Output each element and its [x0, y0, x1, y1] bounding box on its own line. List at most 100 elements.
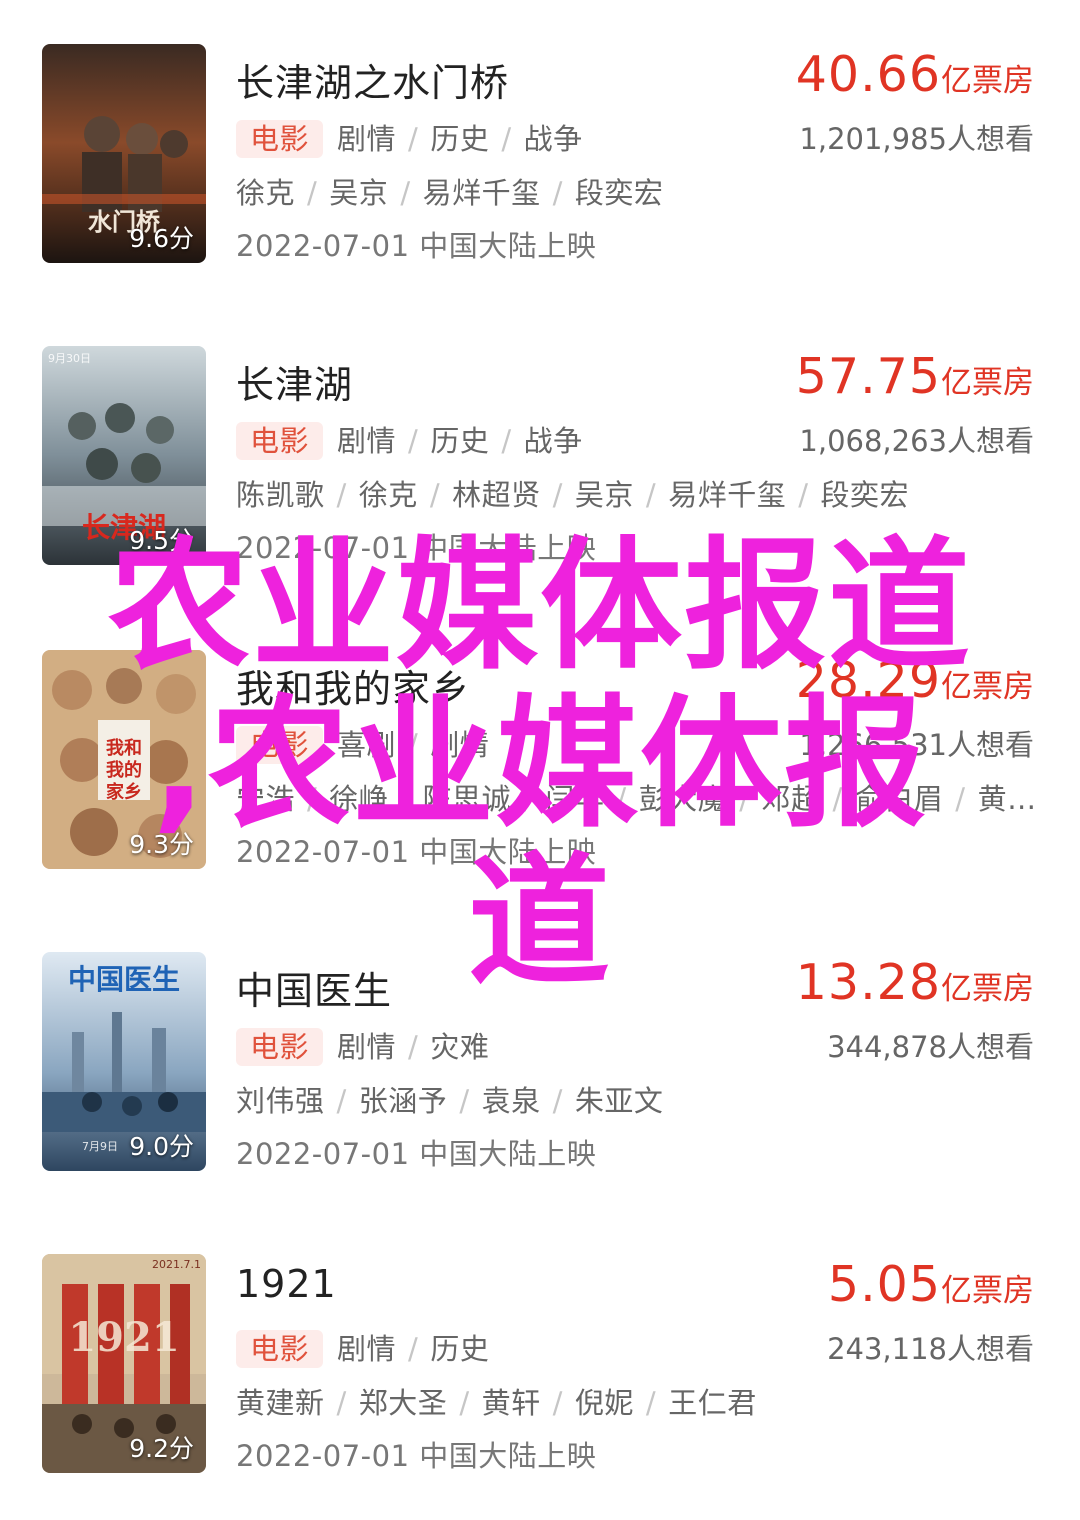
- poster-caption: 2021.7.1: [152, 1258, 201, 1271]
- separator: /: [832, 782, 843, 816]
- separator: /: [408, 1332, 419, 1366]
- movie-title[interactable]: 长津湖之水门桥: [236, 52, 509, 107]
- movie-poster[interactable]: 9月30日 长津湖 9.5分: [42, 346, 206, 565]
- poster-title-art: 1921: [68, 1314, 180, 1361]
- genre-tag: 灾难: [430, 1030, 490, 1064]
- cast-name: 邓超: [761, 782, 821, 816]
- want-to-see-count: 344,878人想看: [827, 1030, 1034, 1064]
- box-office: 13.28亿票房: [796, 954, 1034, 1011]
- cast-name: 郑大圣: [358, 1386, 448, 1420]
- movie-card[interactable]: 9月30日 长津湖 9.5分 长津湖 电影 剧情 / 历史 / 战争 陈凯歌 / 徐克 / 林超贤…: [0, 302, 1080, 602]
- box-office: 57.75亿票房: [796, 348, 1034, 405]
- separator: /: [645, 478, 657, 512]
- release-date: 2022-07-01 中国大陆上映: [236, 229, 597, 263]
- box-office-unit: 亿票房: [941, 971, 1034, 1007]
- release-date: 2022-07-01 中国大陆上映: [236, 1439, 597, 1473]
- rating-score: 9.0分: [129, 1132, 194, 1161]
- separator: /: [645, 1386, 657, 1420]
- movie-title[interactable]: 中国医生: [236, 960, 392, 1015]
- cast-row: 黄建新 / 郑大圣 / 黄轩 / 倪妮 / 王仁君: [236, 1380, 757, 1422]
- genre-row: 电影 剧情 / 灾难: [236, 1024, 489, 1066]
- poster-title-art: 中国医生: [67, 963, 180, 996]
- movie-poster[interactable]: 2021.7.1 1921 9.2分: [42, 1254, 206, 1473]
- cast-name: 段奕宏: [820, 478, 909, 512]
- cast-name: 黄建新: [236, 1386, 325, 1420]
- cast-name: 倪妮: [574, 1386, 634, 1420]
- cast-name: 段奕宏: [574, 176, 664, 210]
- separator: /: [739, 782, 750, 816]
- cast-name: 俞白眉: [854, 782, 944, 816]
- separator: /: [307, 176, 318, 210]
- separator: /: [408, 122, 419, 156]
- separator: /: [955, 782, 966, 816]
- cast-name: 彭大魔: [638, 782, 728, 816]
- separator: /: [616, 782, 627, 816]
- release-date: 2022-07-01 中国大陆上映: [236, 835, 597, 869]
- separator: /: [336, 478, 347, 512]
- type-badge: 电影: [236, 422, 324, 460]
- cast-name: 徐峥: [329, 782, 389, 816]
- rating-score: 9.6分: [129, 224, 194, 253]
- separator: /: [408, 424, 419, 458]
- movie-title[interactable]: 1921: [236, 1262, 337, 1306]
- separator: /: [501, 122, 512, 156]
- rating-score: 9.3分: [129, 830, 194, 859]
- genre-row: 电影 剧情 / 历史: [236, 1326, 489, 1368]
- release-date: 2022-07-01 中国大陆上映: [236, 531, 597, 565]
- movie-poster[interactable]: 水门桥 9.6分: [42, 44, 206, 263]
- genre-tag: 历史: [430, 424, 490, 458]
- box-office-value: 13.28: [795, 954, 941, 1011]
- genre-tag: 剧情: [430, 728, 490, 762]
- separator: /: [336, 1386, 347, 1420]
- genre-row: 电影 剧情 / 历史 / 战争: [236, 116, 583, 158]
- separator: /: [552, 478, 563, 512]
- box-office: 5.05亿票房: [828, 1256, 1034, 1313]
- cast-name: 黄轩: [481, 1386, 541, 1420]
- poster-caption: 7月9日: [82, 1140, 118, 1153]
- movie-poster[interactable]: 中国医生 7月9日 9.0分: [42, 952, 206, 1171]
- poster-title-art: 我和我的家乡: [106, 738, 142, 803]
- movie-card[interactable]: 我和我的家乡 9.3分 我和我的家乡 电影 喜剧 / 剧情 宁浩 / 徐峥 / 陈思诚 / 闫非 /…: [0, 606, 1080, 906]
- separator: /: [307, 782, 318, 816]
- box-office-value: 57.75: [795, 348, 941, 405]
- cast-row: 宁浩 / 徐峥 / 陈思诚 / 闫非 / 彭大魔 / 邓超 / 俞白眉 / 黄…: [236, 776, 1037, 818]
- genre-row: 电影 喜剧 / 剧情: [236, 722, 489, 764]
- type-badge: 电影: [236, 1330, 324, 1368]
- separator: /: [552, 176, 563, 210]
- cast-row: 刘伟强 / 张涵予 / 袁泉 / 朱亚文: [236, 1078, 663, 1120]
- separator: /: [552, 1386, 563, 1420]
- movie-poster[interactable]: 我和我的家乡 9.3分: [42, 650, 206, 869]
- movie-title[interactable]: 我和我的家乡: [236, 658, 470, 713]
- movie-title[interactable]: 长津湖: [236, 354, 353, 409]
- separator: /: [408, 728, 419, 762]
- want-to-see-count: 1,068,263人想看: [799, 424, 1034, 458]
- rating-score: 9.2分: [129, 1434, 194, 1463]
- separator: /: [336, 1084, 347, 1118]
- movie-card[interactable]: 2021.7.1 1921 9.2分 1921 电影 剧情 / 历史 黄建新 / 郑大圣 /…: [0, 1210, 1080, 1510]
- cast-name: 吴京: [329, 176, 389, 210]
- type-badge: 电影: [236, 726, 324, 764]
- genre-tag: 剧情: [337, 122, 397, 156]
- separator: /: [400, 782, 411, 816]
- cast-name: 黄…: [977, 782, 1037, 816]
- box-office-unit: 亿票房: [941, 669, 1034, 705]
- release-date: 2022-07-01 中国大陆上映: [236, 1137, 597, 1171]
- box-office-value: 28.29: [795, 652, 941, 709]
- box-office: 28.29亿票房: [796, 652, 1034, 709]
- separator: /: [459, 1084, 470, 1118]
- cast-name: 宁浩: [236, 782, 296, 816]
- cast-name: 徐克: [358, 478, 418, 512]
- movie-card[interactable]: 水门桥 9.6分 长津湖之水门桥 电影 剧情 / 历史 / 战争 徐克 / 吴京 / 易烊千玺 / 段…: [0, 0, 1080, 300]
- cast-name: 徐克: [236, 176, 296, 210]
- poster-caption: 9月30日: [48, 352, 91, 365]
- cast-row: 陈凯歌 / 徐克 / 林超贤 / 吴京 / 易烊千玺 / 段奕宏: [236, 472, 909, 514]
- cast-name: 易烊千玺: [668, 478, 787, 512]
- want-to-see-count: 243,118人想看: [827, 1332, 1034, 1366]
- separator: /: [523, 782, 534, 816]
- movie-card[interactable]: 中国医生 7月9日 9.0分 中国医生 电影 剧情 / 灾难 刘伟强 / 张涵予 / 袁泉 / 朱…: [0, 908, 1080, 1208]
- box-office-unit: 亿票房: [941, 1273, 1034, 1309]
- cast-name: 袁泉: [481, 1084, 541, 1118]
- box-office-value: 5.05: [827, 1256, 941, 1313]
- type-badge: 电影: [236, 120, 324, 158]
- genre-tag: 战争: [523, 424, 583, 458]
